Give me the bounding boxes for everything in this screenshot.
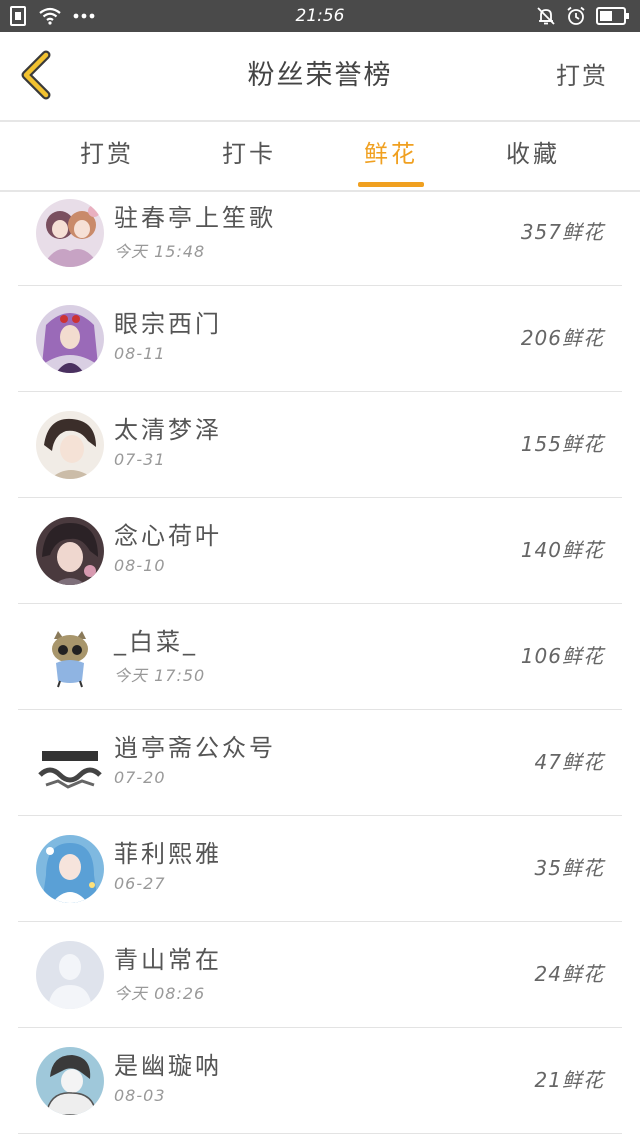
purple-anime-avatar[interactable]: [36, 305, 104, 373]
dark-anime-avatar[interactable]: [36, 517, 104, 585]
list-item[interactable]: _白菜_ 今天 17:50 106鲜花: [0, 604, 640, 710]
fan-time: 07-20: [114, 768, 166, 787]
fan-time: 08-03: [114, 1086, 166, 1105]
flower-count: 155鲜花: [520, 432, 604, 456]
fan-time: 08-11: [114, 344, 166, 363]
anime-girls-avatar[interactable]: [36, 199, 104, 267]
page-title: 粉丝荣誉榜: [247, 60, 393, 91]
flower-count: 357鲜花: [520, 220, 604, 244]
fan-name: 太清梦泽: [114, 416, 222, 444]
fan-name: 逍亭斋公众号: [114, 734, 276, 762]
list-item[interactable]: 逍亭斋公众号 07-20 47鲜花: [0, 710, 640, 816]
list-item[interactable]: 菲利熙雅 06-27 35鲜花: [0, 816, 640, 922]
list-item[interactable]: 念心荷叶 08-10 140鲜花: [0, 498, 640, 604]
status-right-icons: [536, 0, 630, 32]
fan-time: 08-10: [114, 556, 166, 575]
sketch-avatar[interactable]: [36, 1047, 104, 1115]
header-bar: 粉丝荣誉榜 打赏: [0, 32, 640, 120]
flower-count: 35鲜花: [534, 856, 604, 880]
fan-time: 今天 15:48: [114, 242, 206, 261]
fan-ranking-list: 驻春亭上笙歌 今天 15:48 357鲜花 眼宗西门 08-11 206鲜花 太…: [0, 180, 640, 1134]
chevron-left-icon: [18, 50, 54, 104]
flower-count: 106鲜花: [520, 644, 604, 668]
fan-name: 菲利熙雅: [114, 840, 222, 868]
fan-name: 驻春亭上笙歌: [114, 204, 276, 232]
cat-glasses-avatar[interactable]: [36, 623, 104, 691]
fan-time: 06-27: [114, 874, 166, 893]
fan-name: _白菜_: [114, 628, 198, 656]
fan-time: 07-31: [114, 450, 166, 469]
flower-count: 47鲜花: [534, 750, 604, 774]
alarm-icon: [566, 6, 586, 26]
fan-time: 今天 08:26: [114, 984, 206, 1003]
default-person-avatar[interactable]: [36, 941, 104, 1009]
list-item[interactable]: 是幽璇呐 08-03 21鲜花: [0, 1028, 640, 1134]
fan-name: 青山常在: [114, 946, 222, 974]
fan-name: 眼宗西门: [114, 310, 222, 338]
reward-button[interactable]: 打赏: [556, 32, 608, 120]
fan-name: 念心荷叶: [114, 522, 222, 550]
calligraphy-logo-avatar[interactable]: [36, 729, 104, 797]
flower-count: 206鲜花: [520, 326, 604, 350]
flower-count: 21鲜花: [534, 1068, 604, 1092]
flower-count: 24鲜花: [534, 962, 604, 986]
list-item[interactable]: 太清梦泽 07-31 155鲜花: [0, 392, 640, 498]
back-button[interactable]: [12, 50, 60, 104]
anime-boy-avatar[interactable]: [36, 411, 104, 479]
status-bar: 21:56: [0, 0, 640, 32]
flower-count: 140鲜花: [520, 538, 604, 562]
row-divider: [18, 1133, 622, 1134]
fan-name: 是幽璇呐: [114, 1052, 222, 1080]
list-item[interactable]: 驻春亭上笙歌 今天 15:48 357鲜花: [0, 180, 640, 286]
fan-time: 今天 17:50: [114, 666, 206, 685]
blue-anime-avatar[interactable]: [36, 835, 104, 903]
list-item[interactable]: 眼宗西门 08-11 206鲜花: [0, 286, 640, 392]
battery-icon: [596, 7, 630, 25]
list-item[interactable]: 青山常在 今天 08:26 24鲜花: [0, 922, 640, 1028]
mute-bell-icon: [536, 6, 556, 26]
